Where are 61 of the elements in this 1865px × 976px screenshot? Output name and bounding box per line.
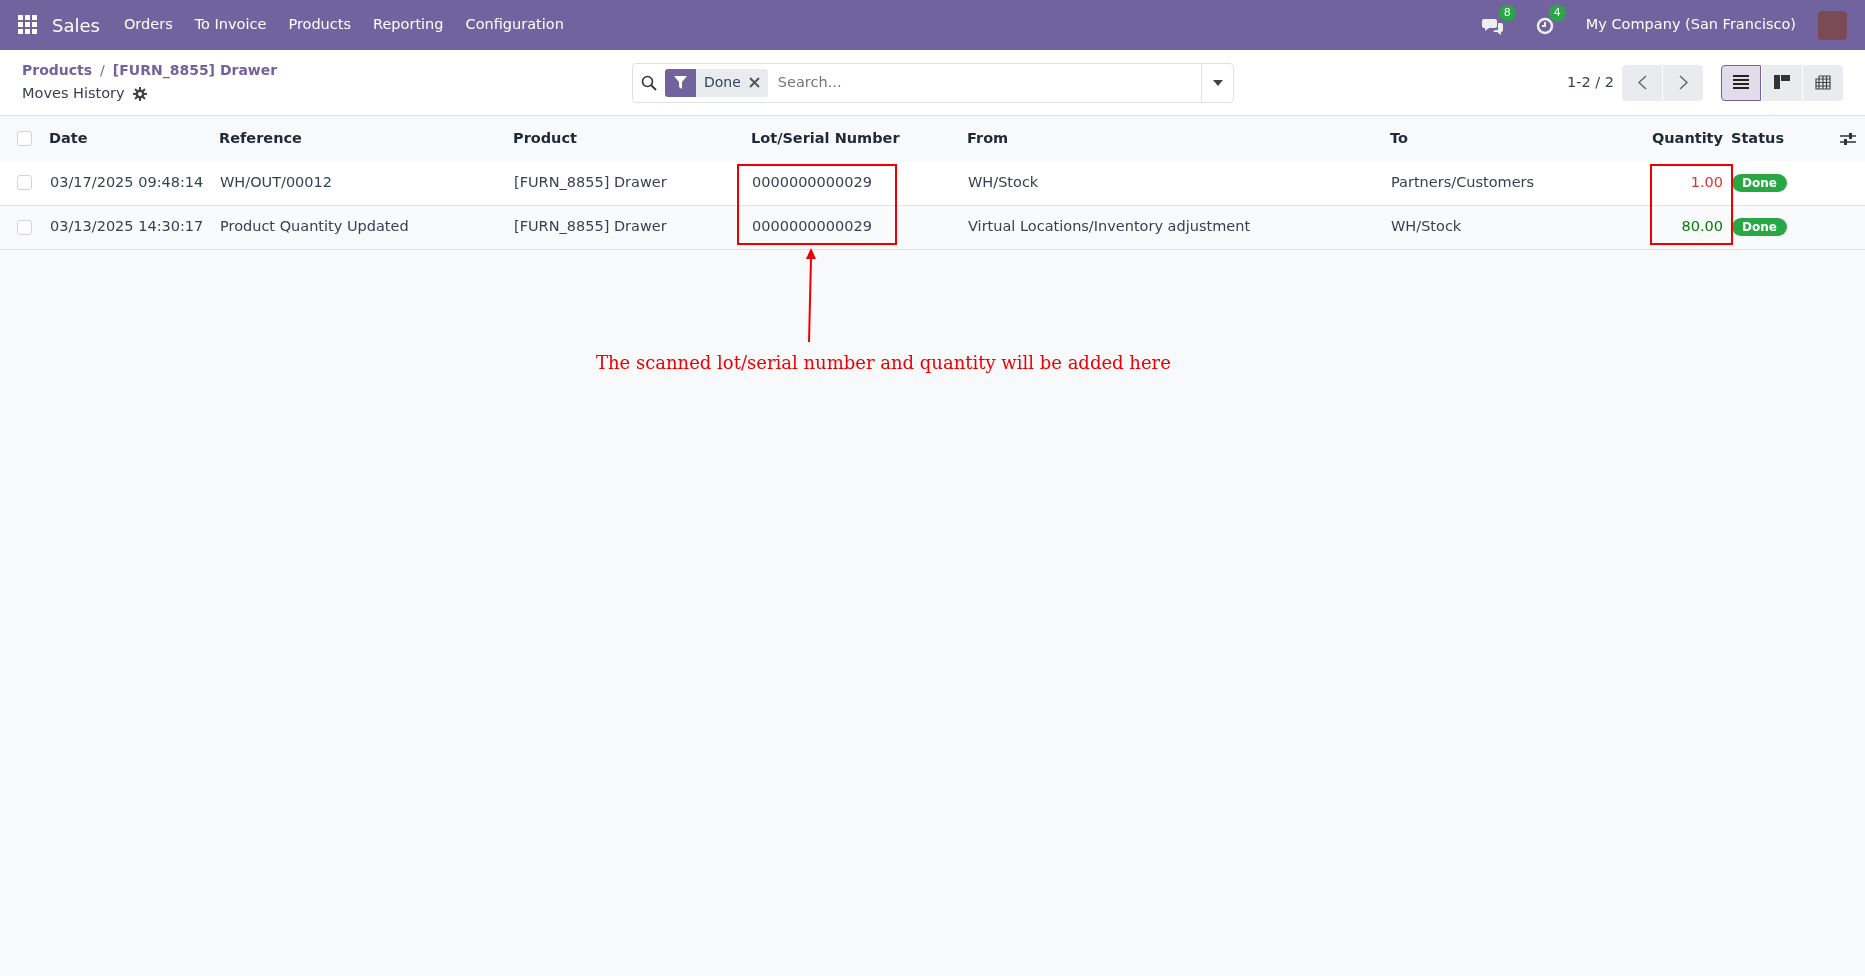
table-cell: [FURN_8855] Drawer <box>514 173 667 190</box>
column-header[interactable]: Lot/Serial Number <box>751 129 900 146</box>
column-header[interactable]: Quantity <box>1651 129 1723 146</box>
column-header[interactable]: Status <box>1731 129 1785 146</box>
menu-item[interactable]: Products <box>288 14 351 36</box>
gear-icon[interactable] <box>132 87 147 101</box>
status-badge: Done <box>1732 173 1787 192</box>
pager-value: 1-2 / 2 <box>1567 72 1614 92</box>
company-name[interactable]: My Company (San Francisco) <box>1585 14 1796 36</box>
app-grid-icon[interactable] <box>18 15 38 35</box>
list-view-icon <box>1733 75 1749 90</box>
menu-item[interactable]: Reporting <box>373 14 444 36</box>
column-settings-icon[interactable] <box>1839 131 1856 146</box>
chevron-right-icon <box>1678 75 1688 90</box>
breadcrumb-link[interactable]: [FURN_8855] Drawer <box>112 60 278 82</box>
column-header[interactable]: Reference <box>219 129 302 146</box>
table-cell: [FURN_8855] Drawer <box>514 218 667 235</box>
table-cell: Product Quantity Updated <box>220 218 409 235</box>
page-title: Moves History <box>22 84 125 104</box>
facet-label: Done <box>703 73 742 92</box>
status-badge: Done <box>1732 218 1787 237</box>
table-cell: 0000000000029 <box>752 218 872 235</box>
view-button[interactable] <box>1762 64 1802 101</box>
view-button[interactable] <box>1721 64 1761 101</box>
filter-icon <box>674 76 687 89</box>
menu-item[interactable]: To Invoice <box>194 14 267 36</box>
column-header[interactable]: To <box>1390 129 1408 146</box>
table-cell: WH/Stock <box>968 173 1039 190</box>
grid-view-icon <box>1815 75 1831 90</box>
app-name[interactable]: Sales <box>52 11 100 39</box>
row-checkbox[interactable] <box>17 219 32 235</box>
close-icon[interactable] <box>748 77 760 88</box>
row-checkbox[interactable] <box>17 175 32 191</box>
annotation-text: The scanned lot/serial number and quantity will be added here <box>596 351 1171 375</box>
menu-item[interactable]: Orders <box>123 14 173 36</box>
table-cell: Virtual Locations/Inventory adjustment <box>968 218 1251 235</box>
table-cell: WH/OUT/00012 <box>220 173 333 190</box>
chat-icon[interactable] <box>1481 16 1504 35</box>
activity-count: 4 <box>1548 4 1566 21</box>
search-icon[interactable] <box>641 74 657 91</box>
table-cell: 03/17/2025 09:48:14 <box>50 173 204 190</box>
breadcrumb-link[interactable]: Products <box>22 60 93 82</box>
select-all-checkbox[interactable] <box>17 131 32 147</box>
search-field[interactable]: Done Search... <box>632 62 1234 103</box>
table-cell: WH/Stock <box>1391 218 1462 235</box>
table-cell: Partners/Customers <box>1391 173 1535 190</box>
chevron-left-icon <box>1637 75 1647 90</box>
column-header[interactable]: From <box>967 129 1009 146</box>
clock-icon[interactable] <box>1535 16 1554 35</box>
column-header[interactable]: Date <box>49 129 88 146</box>
table-cell: 03/13/2025 14:30:17 <box>50 218 204 235</box>
menu-item[interactable]: Configuration <box>465 14 564 36</box>
caret-icon <box>1212 79 1223 86</box>
kanban-view-icon <box>1774 75 1790 90</box>
column-header[interactable]: Product <box>513 129 577 146</box>
message-count: 8 <box>1498 4 1516 21</box>
quantity-value: 80.00 <box>1681 218 1723 235</box>
breadcrumb-separator: / <box>100 61 105 81</box>
quantity-value: 1.00 <box>1690 173 1723 190</box>
table-cell: 0000000000029 <box>752 173 872 190</box>
filter-facet[interactable]: Done <box>665 68 768 97</box>
